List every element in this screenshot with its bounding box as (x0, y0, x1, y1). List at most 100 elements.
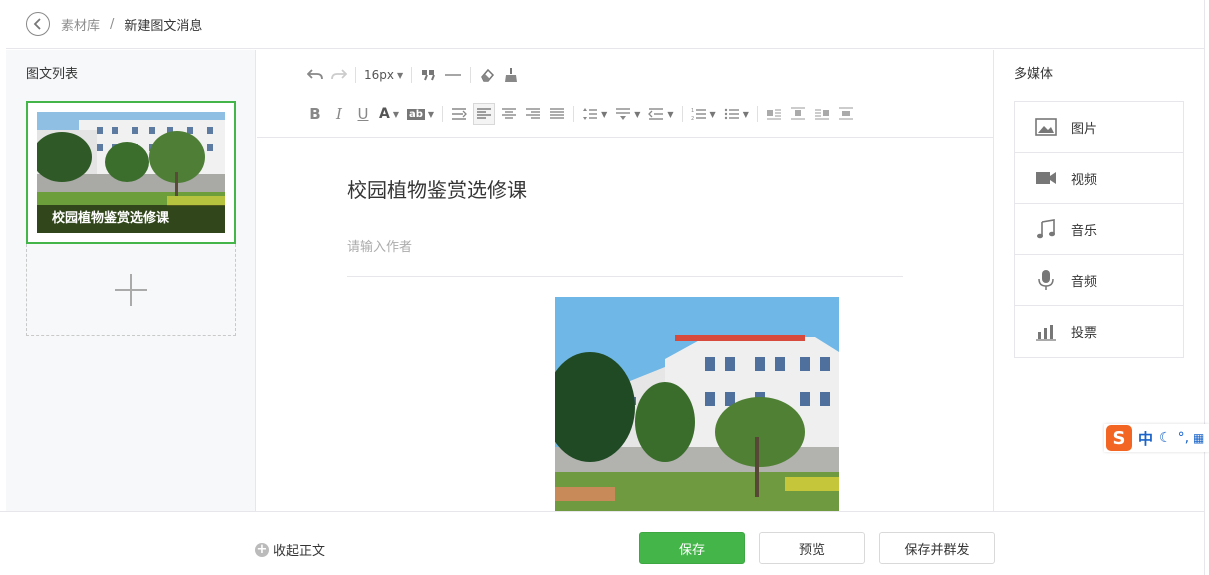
article-card[interactable]: 校园植物鉴赏选修课 (26, 101, 236, 244)
toolbar-separator (470, 67, 472, 83)
bold-button[interactable]: B (305, 103, 325, 125)
author-input[interactable]: 请输入作者 (347, 236, 412, 255)
paragraph-spacing-icon (616, 108, 631, 120)
media-item-image[interactable]: 图片 (1015, 102, 1183, 153)
multimedia-title: 多媒体 (1014, 67, 1054, 82)
chevron-left-icon (33, 18, 41, 30)
back-button[interactable] (26, 12, 50, 36)
media-item-music[interactable]: 音乐 (1015, 204, 1183, 255)
collapse-content-button[interactable]: + 收起正文 (255, 540, 325, 559)
format-painter-button[interactable] (501, 64, 521, 86)
format-brush-icon (505, 68, 518, 82)
media-item-label: 音乐 (1071, 223, 1098, 239)
collapse-label: 收起正文 (273, 544, 326, 559)
caret-down-icon: ▼ (397, 70, 404, 80)
caret-down-icon: ▼ (392, 109, 399, 119)
align-left-button[interactable] (473, 103, 496, 125)
horizontal-rule-button[interactable] (442, 64, 464, 86)
breadcrumb-root-link[interactable]: 素材库 (61, 15, 100, 34)
keyboard-icon[interactable]: ▦ (1193, 431, 1204, 445)
eraser-icon (481, 68, 495, 82)
bold-icon: B (309, 105, 321, 123)
remove-format-button[interactable] (477, 64, 497, 86)
video-icon (1035, 167, 1057, 189)
media-item-label: 图片 (1071, 121, 1098, 137)
indent-button[interactable] (449, 103, 469, 125)
blockquote-button[interactable] (418, 64, 438, 86)
toolbar-separator (411, 67, 413, 83)
toolbar-separator (756, 106, 758, 122)
media-item-vote[interactable]: 投票 (1015, 306, 1183, 357)
align-left-icon (477, 108, 492, 119)
content-image[interactable] (555, 297, 839, 511)
font-size-select[interactable]: 16px ▼ (362, 64, 405, 86)
toolbar-separator (573, 106, 575, 122)
microphone-icon (1035, 269, 1057, 291)
background-color-icon: ab (407, 108, 425, 120)
add-article-button[interactable] (26, 244, 236, 336)
image-float-left-button[interactable] (764, 103, 784, 125)
underline-icon: U (357, 105, 369, 123)
undo-button[interactable] (305, 64, 325, 86)
window-right-edge (1204, 0, 1209, 575)
media-item-label: 投票 (1071, 326, 1098, 341)
article-title-input[interactable]: 校园植物鉴赏选修课 (347, 174, 527, 203)
caret-down-icon: ▼ (427, 109, 435, 119)
caret-down-icon: ▼ (667, 109, 674, 119)
align-justify-icon (550, 108, 565, 119)
italic-icon: I (336, 105, 342, 123)
ime-mode[interactable]: 中 (1138, 428, 1153, 449)
font-size-value: 16px (364, 68, 394, 82)
align-center-icon (502, 108, 517, 119)
editor-content[interactable]: 校园植物鉴赏选修课 请输入作者 (347, 138, 903, 511)
caret-down-icon: ▼ (601, 109, 608, 119)
media-item-label: 视频 (1071, 172, 1098, 188)
outdent-button[interactable]: ▼ (646, 103, 675, 125)
font-color-icon: A (379, 106, 390, 122)
breadcrumb-current: 新建图文消息 (124, 18, 203, 34)
svg-text:1: 1 (691, 108, 694, 114)
redo-button[interactable] (329, 64, 349, 86)
italic-button[interactable]: I (329, 103, 349, 125)
music-icon (1035, 218, 1057, 240)
horizontal-rule-icon (445, 74, 462, 76)
image-inline-button[interactable] (788, 103, 808, 125)
toolbar-separator (681, 106, 683, 122)
caret-down-icon: ▼ (742, 109, 749, 119)
preview-button[interactable]: 预览 (759, 532, 865, 564)
align-right-button[interactable] (523, 103, 543, 125)
save-button[interactable]: 保存 (639, 532, 745, 564)
line-height-icon (583, 108, 598, 120)
align-right-icon (526, 108, 541, 119)
punctuation-icon[interactable]: °, (1178, 430, 1189, 446)
outdent-icon (648, 108, 664, 120)
unordered-list-button[interactable]: ▼ (722, 103, 751, 125)
align-center-button[interactable] (499, 103, 519, 125)
ordered-list-button[interactable]: 1 2 ▼ (689, 103, 718, 125)
article-cover-image: 校园植物鉴赏选修课 (37, 112, 225, 233)
media-item-video[interactable]: 视频 (1015, 153, 1183, 204)
moon-icon[interactable]: ☾ (1159, 430, 1172, 446)
plus-circle-icon: + (255, 541, 269, 557)
ime-toolbar[interactable]: S 中 ☾ °, ▦ (1104, 424, 1209, 452)
save-and-publish-button[interactable]: 保存并群发 (879, 532, 995, 564)
media-item-audio[interactable]: 音频 (1015, 255, 1183, 306)
title-divider (347, 276, 903, 277)
editor-page: 素材库 / 新建图文消息 图文列表 校园植物鉴赏选修课 16px ▼ B I U… (0, 0, 1209, 575)
image-center-button[interactable] (836, 103, 856, 125)
undo-icon (307, 69, 323, 80)
font-color-button[interactable]: A ▼ (377, 103, 401, 125)
underline-button[interactable]: U (353, 103, 373, 125)
image-float-left-icon (766, 109, 781, 120)
ime-logo: S (1106, 425, 1132, 451)
paragraph-spacing-button[interactable]: ▼ (613, 103, 642, 125)
line-height-button[interactable]: ▼ (580, 103, 609, 125)
editor-area: 16px ▼ B I U A ▼ ab ▼ ▼ ▼ ▼ 1 2 ▼ ▼ 校园植物… (257, 50, 993, 511)
editor-toolbar: 16px ▼ B I U A ▼ ab ▼ ▼ ▼ ▼ 1 2 ▼ ▼ (257, 50, 993, 138)
background-color-button[interactable]: ab ▼ (405, 103, 436, 125)
align-justify-button[interactable] (547, 103, 567, 125)
article-list-title: 图文列表 (26, 67, 79, 82)
svg-text:2: 2 (691, 116, 694, 121)
image-float-right-button[interactable] (812, 103, 832, 125)
toolbar-row-2: B I U A ▼ ab ▼ ▼ ▼ ▼ 1 2 ▼ ▼ (305, 102, 860, 126)
